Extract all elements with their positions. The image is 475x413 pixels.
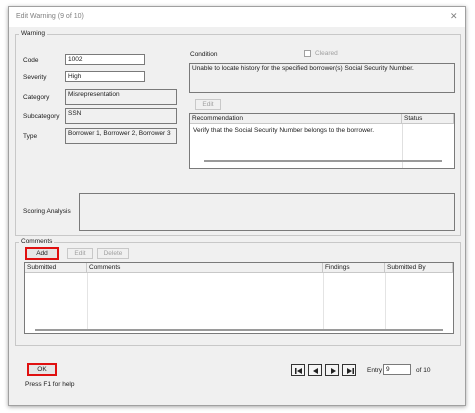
entry-label: Entry [367, 367, 383, 374]
edit-condition-button[interactable]: Edit [195, 99, 221, 110]
horizontal-scrollbar[interactable] [35, 329, 443, 331]
scoring-analysis-label: Scoring Analysis [23, 208, 71, 215]
help-text: Press F1 for help [25, 381, 75, 388]
category-label: Category [23, 94, 50, 101]
warning-group-label: Warning [19, 30, 47, 37]
comments-grid: Submitted Comments Findings Submitted By [24, 262, 454, 334]
recommendation-cell[interactable]: Verify that the Social Security Number b… [193, 127, 374, 134]
entry-input[interactable]: 9 [383, 364, 411, 375]
type-field[interactable]: Borrower 1, Borrower 2, Borrower 3 [65, 128, 177, 144]
add-comment-button[interactable]: Add [25, 247, 59, 260]
submitted-column-header[interactable]: Submitted [25, 263, 87, 273]
comments-column-header[interactable]: Comments [87, 263, 323, 273]
severity-field[interactable]: High [65, 71, 145, 82]
last-icon[interactable] [342, 364, 356, 376]
code-label: Code [23, 57, 39, 64]
condition-label: Condition [190, 51, 218, 58]
column-divider [323, 273, 324, 329]
status-column-header[interactable]: Status [402, 114, 454, 124]
entry-total-label: of 10 [416, 367, 431, 374]
dialog-title: Edit Warning (9 of 10) [16, 13, 84, 20]
submitted-by-column-header[interactable]: Submitted By [385, 263, 453, 273]
delete-comment-button[interactable]: Delete [97, 248, 129, 259]
horizontal-scrollbar[interactable] [204, 160, 442, 162]
close-icon[interactable]: ✕ [450, 11, 458, 21]
severity-label: Severity [23, 74, 47, 81]
subcategory-field[interactable]: SSN [65, 108, 177, 124]
column-divider [385, 273, 386, 329]
edit-comment-button[interactable]: Edit [67, 248, 93, 259]
scoring-analysis-field[interactable] [79, 193, 455, 231]
recommendation-column-header[interactable]: Recommendation [190, 114, 402, 124]
cleared-label: Cleared [315, 50, 338, 57]
subcategory-label: Subcategory [23, 113, 60, 120]
prev-icon[interactable] [308, 364, 322, 376]
title-bar: Edit Warning (9 of 10) ✕ [9, 7, 465, 27]
column-divider [87, 273, 88, 329]
cleared-checkbox[interactable] [304, 50, 311, 57]
category-field[interactable]: Misrepresentation [65, 89, 177, 105]
recommendation-grid: Recommendation Status Verify that the So… [189, 113, 455, 169]
ok-button[interactable]: OK [27, 363, 57, 376]
type-label: Type [23, 133, 38, 140]
findings-column-header[interactable]: Findings [323, 263, 385, 273]
condition-text[interactable]: Unable to locate history for the specifi… [189, 63, 455, 93]
next-icon[interactable] [325, 364, 339, 376]
edit-warning-dialog: Edit Warning (9 of 10) ✕ Warning Code 10… [8, 6, 466, 406]
comments-group-label: Comments [19, 238, 55, 245]
first-icon[interactable] [291, 364, 305, 376]
code-field[interactable]: 1002 [65, 54, 145, 65]
